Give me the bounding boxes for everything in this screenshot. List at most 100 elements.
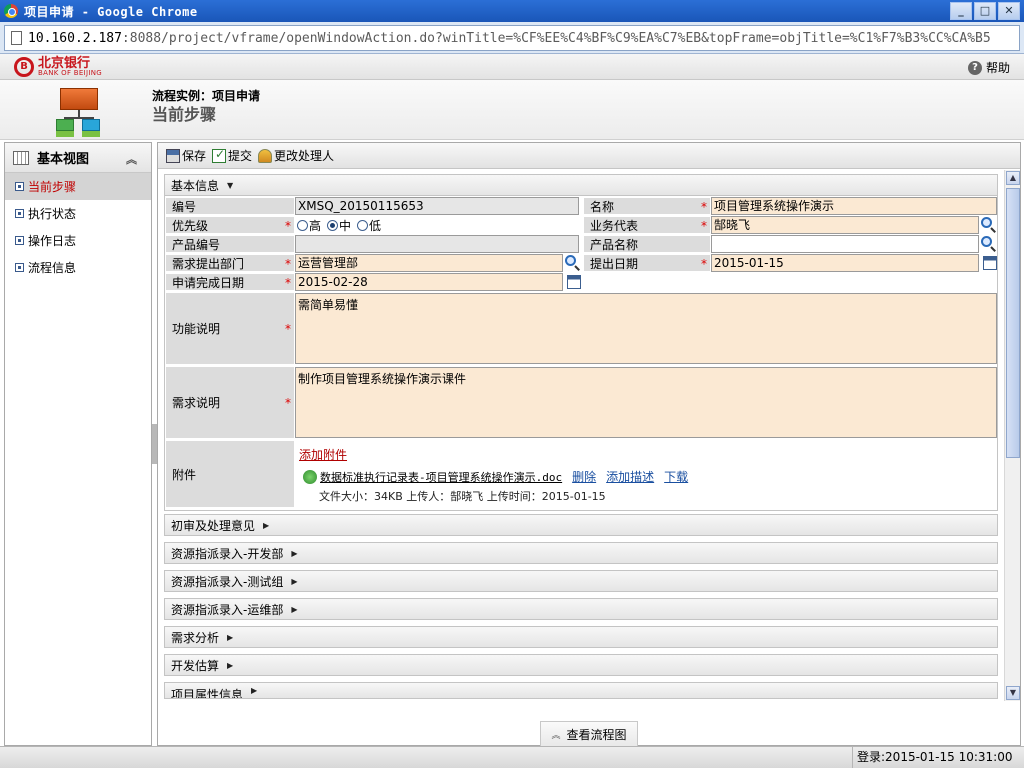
bullet-icon	[15, 209, 24, 218]
url-text: 10.160.2.187:8088/project/vframe/openWin…	[28, 31, 991, 46]
attachment-icon	[303, 469, 317, 484]
delete-link[interactable]: 删除	[572, 468, 596, 485]
nav-item-label: 操作日志	[28, 234, 77, 248]
nav-item-execution-status[interactable]: 执行状态	[5, 200, 151, 227]
search-icon[interactable]	[981, 236, 997, 252]
close-button[interactable]: ✕	[998, 2, 1020, 20]
section-project-attributes[interactable]: 项目属性信息 ▶	[164, 682, 998, 699]
biz-rep-field[interactable]: 郜晓飞	[711, 216, 979, 234]
biz-rep-label: 业务代表 *	[583, 216, 711, 234]
maximize-button[interactable]: □	[974, 2, 996, 20]
attachment-name-link[interactable]: 数据标准执行记录表-项目管理系统操作演示.doc	[320, 469, 562, 485]
chevron-right-icon: ▶	[251, 686, 258, 695]
func-label: 功能说明 *	[165, 292, 295, 365]
priority-medium-radio[interactable]: 中	[327, 217, 351, 234]
complete-date-field[interactable]: 2015-02-28	[295, 273, 563, 291]
vertical-scrollbar[interactable]: ▲ ▼	[1004, 170, 1020, 701]
left-nav: 基本视图 ︽ 当前步骤 执行状态 操作日志 流程信息	[4, 142, 152, 746]
url-path: :8088/project/vframe/openWindowAction.do…	[121, 30, 991, 46]
search-icon[interactable]	[565, 255, 581, 271]
req-textarea[interactable]: 制作项目管理系统操作演示课件	[295, 367, 997, 438]
help-link[interactable]: ? 帮助	[967, 59, 1010, 76]
chevron-right-icon: ▶	[291, 604, 298, 614]
url-host: 10.160.2.187	[28, 30, 122, 46]
window-controls: _ □ ✕	[950, 2, 1020, 20]
collapse-icon[interactable]: ︽	[126, 151, 137, 167]
name-field[interactable]: 项目管理系统操作演示	[711, 197, 997, 215]
section-dev-estimate[interactable]: 开发估算 ▶	[164, 654, 998, 676]
help-label: 帮助	[985, 61, 1010, 75]
nav-item-label: 执行状态	[28, 207, 77, 221]
chevron-right-icon: ▶	[291, 548, 298, 558]
nav-item-operation-log[interactable]: 操作日志	[5, 227, 151, 254]
section-resource-ops[interactable]: 资源指派录入-运维部 ▶	[164, 598, 998, 620]
form-content: 基本信息 ▼ 编号 XMSQ_20150115653 名称 * 项目管理系统操作演…	[158, 170, 1006, 745]
bank-logo: B 北京银行 BANK OF BEIJING	[14, 57, 102, 77]
nav-item-current-step[interactable]: 当前步骤	[5, 173, 151, 200]
req-label: 需求说明 *	[165, 366, 295, 439]
priority-high-radio[interactable]: 高	[297, 217, 321, 234]
left-nav-title: 基本视图	[37, 152, 90, 167]
priority-radio-group: 高 中 低	[297, 216, 387, 234]
search-icon[interactable]	[981, 217, 997, 233]
app-header: B 北京银行 BANK OF BEIJING ? 帮助	[0, 54, 1024, 80]
page-icon	[11, 31, 22, 45]
add-description-link[interactable]: 添加描述	[606, 468, 654, 485]
brand-name-en: BANK OF BEIJING	[38, 69, 102, 77]
submit-icon	[212, 147, 227, 163]
section-basic-info[interactable]: 基本信息 ▼	[164, 174, 998, 196]
section-initial-review[interactable]: 初审及处理意见 ▶	[164, 514, 998, 536]
dept-label: 需求提出部门 *	[165, 254, 295, 272]
complete-date-label: 申请完成日期 *	[165, 273, 295, 291]
add-attachment-link[interactable]: 添加附件	[299, 446, 347, 463]
bank-logo-icon: B	[14, 57, 34, 77]
func-textarea[interactable]: 需简单易懂	[295, 293, 997, 364]
dept-field[interactable]: 运营管理部	[295, 254, 563, 272]
minimize-button[interactable]: _	[950, 2, 972, 20]
section-resource-test[interactable]: 资源指派录入-测试组 ▶	[164, 570, 998, 592]
change-handler-button[interactable]: 更改处理人	[258, 147, 334, 164]
help-icon: ?	[967, 60, 982, 75]
nav-item-label: 流程信息	[28, 261, 77, 275]
nav-item-label: 当前步骤	[28, 180, 77, 194]
calendar-icon[interactable]	[983, 256, 997, 270]
toolbar: 保存 提交 更改处理人	[158, 143, 1020, 169]
download-link[interactable]: 下载	[664, 468, 688, 485]
login-time: 登录:2015-01-15 10:31:00	[852, 747, 1024, 768]
product-code-field[interactable]	[295, 235, 579, 253]
attach-label: 附件	[165, 440, 295, 508]
product-name-field[interactable]	[711, 235, 979, 253]
code-label: 编号	[165, 197, 295, 215]
chevron-right-icon: ▶	[291, 576, 298, 586]
grid-icon	[13, 150, 29, 165]
workflow-icon	[56, 88, 100, 137]
bullet-icon	[15, 236, 24, 245]
submit-date-field[interactable]: 2015-01-15	[711, 254, 979, 272]
address-bar: 10.160.2.187:8088/project/vframe/openWin…	[0, 22, 1024, 54]
chevron-right-icon: ▶	[227, 632, 234, 642]
save-button[interactable]: 保存	[166, 147, 206, 164]
main-panel: 保存 提交 更改处理人 基本信息 ▼ 编号 XMSQ_20150115653 名…	[157, 142, 1021, 747]
window-titlebar: 项目申请 - Google Chrome _ □ ✕	[0, 0, 1024, 22]
calendar-icon[interactable]	[567, 275, 581, 289]
chevron-right-icon: ▶	[263, 520, 270, 530]
code-field[interactable]: XMSQ_20150115653	[295, 197, 579, 215]
status-bar: 登录:2015-01-15 10:31:00	[0, 746, 1024, 768]
window-title: 项目申请 - Google Chrome	[24, 4, 198, 19]
attachment-row: 数据标准执行记录表-项目管理系统操作演示.doc 删除 添加描述 下载	[303, 468, 688, 485]
nav-item-process-info[interactable]: 流程信息	[5, 254, 151, 281]
url-field[interactable]: 10.160.2.187:8088/project/vframe/openWin…	[4, 25, 1020, 51]
view-flowchart-button[interactable]: ︽ 查看流程图	[540, 721, 638, 747]
scroll-up-icon[interactable]: ▲	[1006, 171, 1020, 185]
submit-date-label: 提出日期 *	[583, 254, 711, 272]
scroll-down-icon[interactable]: ▼	[1006, 686, 1020, 700]
priority-low-radio[interactable]: 低	[357, 217, 381, 234]
submit-button[interactable]: 提交	[212, 147, 252, 164]
user-icon	[258, 148, 273, 163]
scroll-thumb[interactable]	[1006, 188, 1020, 458]
section-requirement-analysis[interactable]: 需求分析 ▶	[164, 626, 998, 648]
page-title: 当前步骤	[152, 105, 217, 124]
section-resource-dev[interactable]: 资源指派录入-开发部 ▶	[164, 542, 998, 564]
name-label: 名称 *	[583, 197, 711, 215]
attachment-meta: 文件大小：34KB 上传人：郜晓飞 上传时间：2015-01-15	[319, 490, 606, 503]
